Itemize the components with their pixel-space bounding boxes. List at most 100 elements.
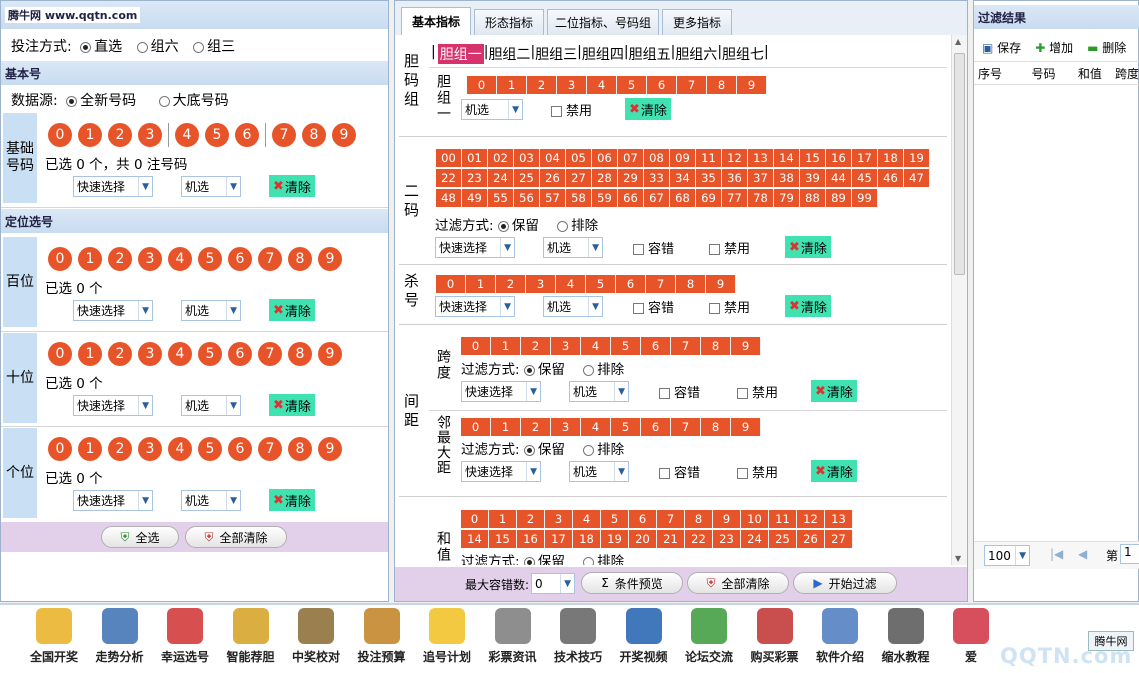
two-code-cell[interactable]: 36 — [722, 169, 748, 187]
ball-7[interactable]: 7 — [258, 342, 282, 366]
digit-cell[interactable]: 9 — [706, 275, 736, 293]
quick-select-dropdown[interactable]: 快速选择 ▼ — [73, 395, 153, 416]
random-select-dropdown[interactable]: 机选 ▼ — [181, 300, 241, 321]
random-select-dropdown[interactable]: 机选 ▼ — [461, 99, 523, 120]
sum-cell[interactable]: 7 — [657, 510, 685, 528]
toolbar-item[interactable]: 中奖校对 — [284, 608, 348, 665]
filter-keep-radio[interactable]: 保留 — [497, 218, 539, 234]
clear-button[interactable]: ✖ 清除 — [811, 380, 857, 402]
sum-cell[interactable]: 20 — [629, 530, 657, 548]
sum-cell[interactable]: 6 — [629, 510, 657, 528]
two-code-cell[interactable]: 15 — [800, 149, 826, 167]
random-select-dropdown[interactable]: 机选 ▼ — [181, 490, 241, 511]
two-code-cell[interactable]: 67 — [644, 189, 670, 207]
sum-cell[interactable]: 0 — [461, 510, 489, 528]
toolbar-item[interactable]: 软件介绍 — [808, 608, 872, 665]
digit-cell[interactable]: 4 — [556, 275, 586, 293]
random-select-dropdown[interactable]: 机选 ▼ — [543, 237, 603, 258]
two-code-cell[interactable]: 03 — [514, 149, 540, 167]
ball-2[interactable]: 2 — [108, 342, 132, 366]
sum-cell[interactable]: 25 — [769, 530, 797, 548]
delete-button[interactable]: ▬ 删除 — [1087, 39, 1126, 56]
toolbar-item[interactable]: 追号计划 — [415, 608, 479, 665]
ball-1[interactable]: 1 — [78, 123, 102, 147]
start-filter-button[interactable]: ▶ 开始过滤 — [793, 572, 897, 594]
source-new[interactable]: 全新号码 — [66, 93, 136, 109]
quick-select-dropdown[interactable]: 快速选择 ▼ — [435, 237, 515, 258]
two-code-cell[interactable]: 08 — [644, 149, 670, 167]
sum-cell[interactable]: 9 — [713, 510, 741, 528]
digit-cell[interactable]: 9 — [731, 418, 761, 436]
two-code-cell[interactable]: 38 — [774, 169, 800, 187]
two-code-cell[interactable]: 00 — [436, 149, 462, 167]
sum-cell[interactable]: 17 — [545, 530, 573, 548]
two-code-cell[interactable]: 59 — [592, 189, 618, 207]
clear-button[interactable]: ✖ 清除 — [625, 98, 671, 120]
ball-4[interactable]: 4 — [168, 342, 192, 366]
ball-6[interactable]: 6 — [228, 247, 252, 271]
digit-cell[interactable]: 3 — [551, 418, 581, 436]
sum-cell[interactable]: 22 — [685, 530, 713, 548]
two-code-cell[interactable]: 24 — [488, 169, 514, 187]
ball-5[interactable]: 5 — [198, 437, 222, 461]
digit-cell[interactable]: 5 — [617, 76, 647, 94]
two-code-cell[interactable]: 06 — [592, 149, 618, 167]
toolbar-item[interactable]: 技术技巧 — [546, 608, 610, 665]
toolbar-item[interactable]: 开奖视频 — [612, 608, 676, 665]
filter-exclude-radio[interactable]: 排除 — [583, 362, 624, 378]
two-code-cell[interactable]: 25 — [514, 169, 540, 187]
ball-0[interactable]: 0 — [48, 342, 72, 366]
two-code-cell[interactable]: 11 — [696, 149, 722, 167]
ball-3[interactable]: 3 — [138, 247, 162, 271]
ball-7[interactable]: 7 — [258, 247, 282, 271]
sum-cell[interactable]: 14 — [461, 530, 489, 548]
digit-cell[interactable]: 7 — [671, 337, 701, 355]
col-sum[interactable]: 和值 — [1078, 65, 1115, 82]
tolerance-checkbox[interactable]: 容错 — [659, 382, 700, 401]
two-code-cell[interactable]: 58 — [566, 189, 592, 207]
toolbar-item[interactable]: 购买彩票 — [743, 608, 807, 665]
digit-cell[interactable]: 4 — [581, 337, 611, 355]
two-code-cell[interactable]: 69 — [696, 189, 722, 207]
quick-select-dropdown[interactable]: 快速选择 ▼ — [73, 176, 153, 197]
digit-cell[interactable]: 1 — [491, 418, 521, 436]
sum-cell[interactable]: 2 — [517, 510, 545, 528]
page-size-select[interactable]: 100 ▼ — [984, 545, 1030, 566]
tab-two-digit[interactable]: 二位指标、号码组 — [547, 9, 659, 35]
ball-3[interactable]: 3 — [138, 123, 162, 147]
two-code-cell[interactable]: 05 — [566, 149, 592, 167]
two-code-cell[interactable]: 49 — [462, 189, 488, 207]
ball-0[interactable]: 0 — [48, 123, 72, 147]
source-base[interactable]: 大底号码 — [158, 93, 229, 109]
digit-cell[interactable]: 6 — [616, 275, 646, 293]
digit-cell[interactable]: 1 — [491, 337, 521, 355]
two-code-cell[interactable]: 09 — [670, 149, 696, 167]
dan-group-6[interactable]: 胆组六 — [675, 44, 717, 64]
two-code-cell[interactable]: 16 — [826, 149, 852, 167]
clear-button[interactable]: ✖ 清除 — [269, 489, 315, 511]
quick-select-dropdown[interactable]: 快速选择 ▼ — [435, 296, 515, 317]
two-code-cell[interactable]: 47 — [904, 169, 930, 187]
ball-2[interactable]: 2 — [108, 437, 132, 461]
digit-cell[interactable]: 2 — [521, 418, 551, 436]
first-page-icon[interactable]: |◀ — [1050, 547, 1063, 561]
digit-cell[interactable]: 3 — [557, 76, 587, 94]
ball-5[interactable]: 5 — [198, 342, 222, 366]
toolbar-item[interactable]: 彩票资讯 — [481, 608, 545, 665]
two-code-cell[interactable]: 45 — [852, 169, 878, 187]
two-code-cell[interactable]: 28 — [592, 169, 618, 187]
tolerance-checkbox[interactable]: 容错 — [633, 297, 674, 316]
ball-4[interactable]: 4 — [168, 437, 192, 461]
two-code-cell[interactable]: 99 — [852, 189, 878, 207]
two-code-cell[interactable]: 14 — [774, 149, 800, 167]
ball-8[interactable]: 8 — [288, 342, 312, 366]
digit-cell[interactable]: 9 — [737, 76, 767, 94]
save-button[interactable]: ▣ 保存 — [982, 39, 1021, 56]
tolerance-checkbox[interactable]: 容错 — [633, 238, 674, 257]
col-span[interactable]: 跨度 — [1115, 65, 1139, 82]
toolbar-item[interactable]: 全国开奖 — [22, 608, 86, 665]
tolerance-checkbox[interactable]: 容错 — [659, 462, 700, 481]
digit-cell[interactable]: 5 — [611, 337, 641, 355]
ball-6[interactable]: 6 — [228, 342, 252, 366]
digit-cell[interactable]: 1 — [497, 76, 527, 94]
